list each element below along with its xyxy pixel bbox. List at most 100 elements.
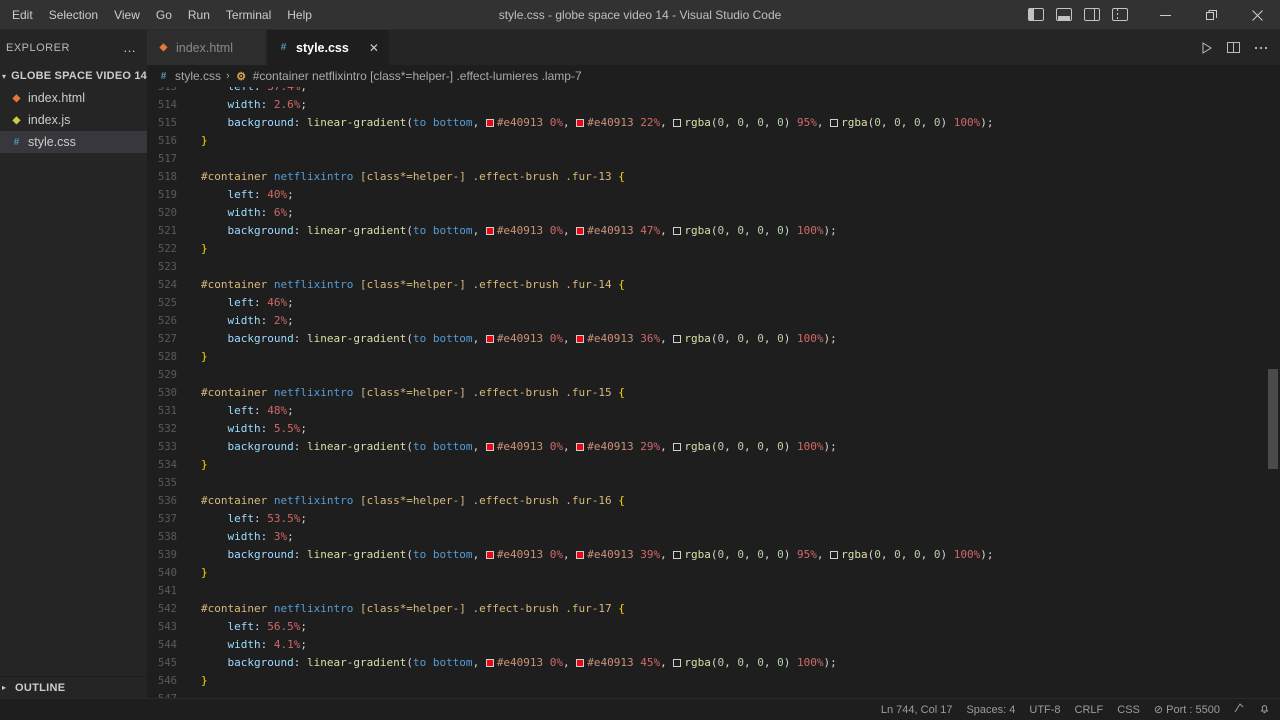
code-line[interactable]: 545 background: linear-gradient(to botto… (147, 654, 1280, 672)
code-line[interactable]: 530 #container netflixintro [class*=helpe… (147, 384, 1280, 402)
file-item-index-js[interactable]: ◆ index.js (0, 109, 147, 131)
line-number: 539 (158, 549, 177, 561)
code-line[interactable]: 525 left: 46%; (147, 294, 1280, 312)
line-content: } (201, 134, 208, 147)
code-line[interactable]: 523 (147, 258, 1280, 276)
code-line[interactable]: 515 background: linear-gradient(to botto… (147, 114, 1280, 132)
code-line[interactable]: 520 width: 6%; (147, 204, 1280, 222)
breadcrumb-file[interactable]: # style.css (157, 69, 221, 83)
code-line[interactable]: 513 left: 37.4%; (147, 87, 1280, 96)
workspace-folder-row[interactable]: ▾ GLOBE SPACE VIDEO 14 (0, 65, 147, 87)
status-language-mode[interactable]: CSS (1117, 704, 1140, 716)
line-number: 540 (158, 567, 177, 579)
tab-style-css[interactable]: # style.css ✕ (267, 30, 390, 65)
menu-item-view[interactable]: View (106, 4, 148, 26)
scrollbar-thumb[interactable] (1268, 369, 1278, 469)
css-file-icon: # (280, 42, 287, 53)
more-actions-icon[interactable] (1254, 46, 1268, 50)
code-line[interactable]: 542 #container netflixintro [class*=helpe… (147, 600, 1280, 618)
close-button[interactable] (1234, 0, 1280, 30)
line-content: } (201, 674, 208, 687)
line-content: background: linear-gradient(to bottom, #… (227, 224, 837, 237)
line-number: 532 (158, 423, 177, 435)
breadcrumb-separator-icon: › (226, 70, 230, 82)
file-label: index.js (28, 113, 71, 127)
menu-item-terminal[interactable]: Terminal (218, 4, 279, 26)
prettier-icon[interactable] (1234, 702, 1245, 717)
minimize-button[interactable] (1142, 0, 1188, 30)
status-encoding[interactable]: UTF-8 (1029, 704, 1060, 716)
code-line[interactable]: 532 width: 5.5%; (147, 420, 1280, 438)
layout-controls (1028, 7, 1142, 22)
menu-item-run[interactable]: Run (180, 4, 218, 26)
file-label: index.html (28, 91, 85, 105)
editor-area: ◆ index.html # style.css ✕ # style.css ›… (147, 30, 1280, 720)
breadcrumb-file-label: style.css (175, 69, 222, 83)
tab-index-html[interactable]: ◆ index.html (147, 30, 267, 65)
run-code-icon[interactable] (1201, 41, 1213, 54)
code-line[interactable]: 533 background: linear-gradient(to botto… (147, 438, 1280, 456)
code-line[interactable]: 536 #container netflixintro [class*=helpe… (147, 492, 1280, 510)
status-cursor-position[interactable]: Ln 744, Col 17 (881, 704, 953, 716)
code-line[interactable]: 526 width: 2%; (147, 312, 1280, 330)
toggle-primary-sidebar-icon[interactable] (1028, 7, 1044, 22)
code-line[interactable]: 538 width: 3%; (147, 528, 1280, 546)
code-line[interactable]: 534} (147, 456, 1280, 474)
code-line[interactable]: 541 (147, 582, 1280, 600)
maximize-restore-button[interactable] (1188, 0, 1234, 30)
line-content: } (201, 458, 208, 471)
status-eol[interactable]: CRLF (1075, 704, 1104, 716)
file-item-index-html[interactable]: ◆ index.html (0, 87, 147, 109)
line-number: 513 (158, 87, 177, 93)
split-editor-icon[interactable] (1227, 41, 1240, 54)
code-line[interactable]: 518 #container netflixintro [class*=helpe… (147, 168, 1280, 186)
line-number: 531 (158, 405, 177, 417)
code-line[interactable]: 539 background: linear-gradient(to botto… (147, 546, 1280, 564)
toggle-secondary-sidebar-icon[interactable] (1084, 7, 1100, 22)
code-line[interactable]: 544 width: 4.1%; (147, 636, 1280, 654)
code-line[interactable]: 540} (147, 564, 1280, 582)
line-number: 522 (158, 243, 177, 255)
close-icon[interactable]: ✕ (369, 42, 379, 54)
code-lines[interactable]: 513 left: 37.4%;514 width: 2.6%;515 back… (147, 87, 1280, 720)
menu-item-selection[interactable]: Selection (41, 4, 106, 26)
code-editor[interactable]: 513 left: 37.4%;514 width: 2.6%;515 back… (147, 87, 1280, 720)
editor-vertical-scrollbar[interactable] (1266, 87, 1280, 720)
code-line[interactable]: 522} (147, 240, 1280, 258)
line-content: #container netflixintro [class*=helper-]… (201, 386, 625, 399)
menu-item-go[interactable]: Go (148, 4, 180, 26)
code-line[interactable]: 516} (147, 132, 1280, 150)
file-item-style-css[interactable]: # style.css (0, 131, 147, 153)
status-live-server-port[interactable]: ⊘ Port : 5500 (1154, 703, 1220, 716)
outline-pane-header[interactable]: ▸ OUTLINE (0, 676, 147, 698)
code-line[interactable]: 521 background: linear-gradient(to botto… (147, 222, 1280, 240)
code-line[interactable]: 531 left: 48%; (147, 402, 1280, 420)
file-label: style.css (28, 135, 76, 149)
code-line[interactable]: 527 background: linear-gradient(to botto… (147, 330, 1280, 348)
menu-item-edit[interactable]: Edit (4, 4, 41, 26)
code-line[interactable]: 517 (147, 150, 1280, 168)
workspace-folder-label: GLOBE SPACE VIDEO 14 (11, 70, 147, 82)
code-line[interactable]: 514 width: 2.6%; (147, 96, 1280, 114)
breadcrumb-symbol[interactable]: ⚙ #container netflixintro [class*=helper… (235, 69, 581, 83)
bell-icon[interactable] (1259, 703, 1270, 717)
code-line[interactable]: 537 left: 53.5%; (147, 510, 1280, 528)
customize-layout-icon[interactable] (1112, 7, 1128, 22)
code-line[interactable]: 546} (147, 672, 1280, 690)
line-number: 519 (158, 189, 177, 201)
menu-item-help[interactable]: Help (279, 4, 320, 26)
code-line[interactable]: 524 #container netflixintro [class*=helpe… (147, 276, 1280, 294)
menu-bar: Edit Selection View Go Run Terminal Help (0, 4, 320, 26)
code-line[interactable]: 535 (147, 474, 1280, 492)
code-line[interactable]: 528} (147, 348, 1280, 366)
explorer-more-actions-icon[interactable]: … (123, 41, 137, 54)
code-line[interactable]: 519 left: 40%; (147, 186, 1280, 204)
status-indentation[interactable]: Spaces: 4 (966, 704, 1015, 716)
code-line[interactable]: 543 left: 56.5%; (147, 618, 1280, 636)
line-content: background: linear-gradient(to bottom, #… (227, 548, 994, 561)
toggle-panel-icon[interactable] (1056, 7, 1072, 22)
line-content: background: linear-gradient(to bottom, #… (227, 656, 837, 669)
line-content: } (201, 242, 208, 255)
line-content: background: linear-gradient(to bottom, #… (227, 332, 837, 345)
code-line[interactable]: 529 (147, 366, 1280, 384)
